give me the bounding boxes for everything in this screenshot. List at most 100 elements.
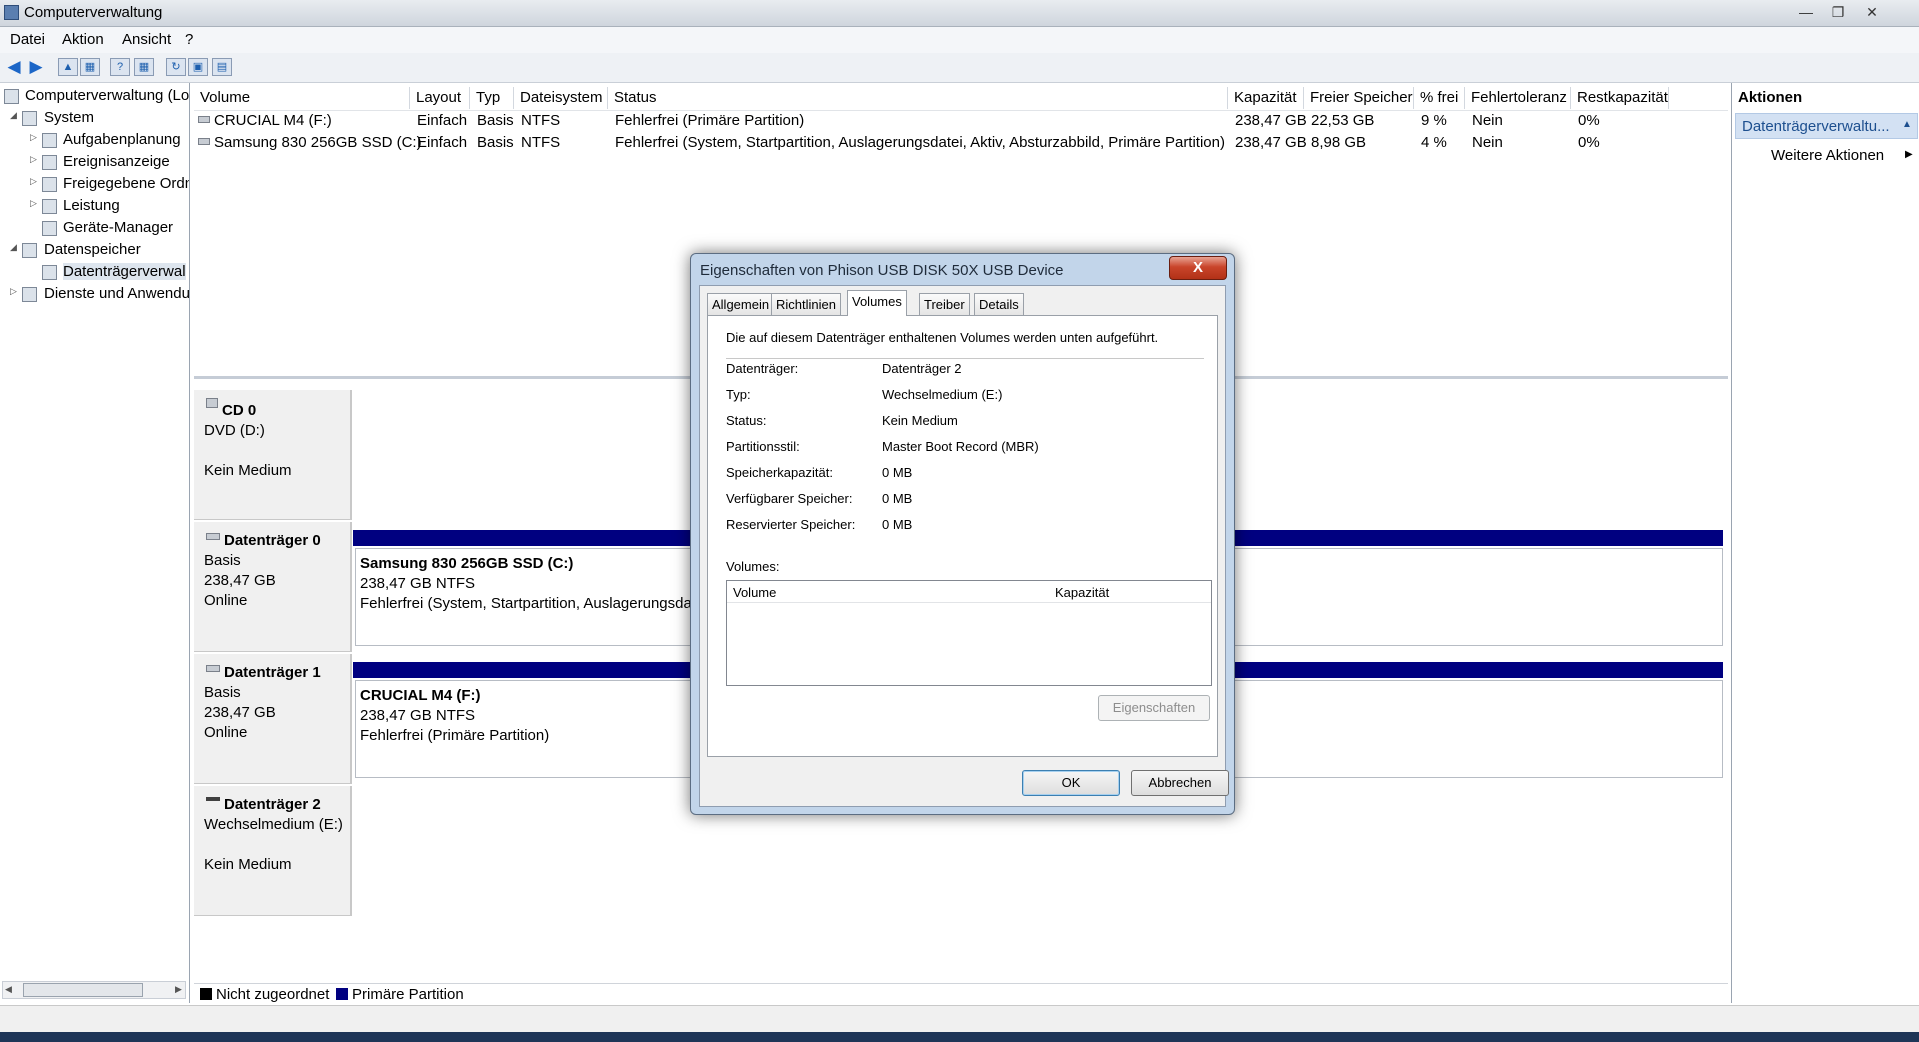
prop-label-available: Verfügbarer Speicher: <box>726 491 853 506</box>
disk-label-disk0[interactable]: Datenträger 0 Basis 238,47 GB Online <box>194 522 352 652</box>
tree-item-services-applications[interactable]: ▷ Dienste und Anwendu <box>0 284 189 306</box>
submenu-arrow-icon: ▶ <box>1905 149 1913 160</box>
expand-triangle-icon[interactable]: ▷ <box>30 198 37 209</box>
disk-label-cd0[interactable]: CD 0 DVD (D:) Kein Medium <box>194 390 352 520</box>
expand-triangle-icon[interactable]: ▷ <box>30 154 37 165</box>
prop-label-disk: Datenträger: <box>726 361 799 376</box>
list-col-capacity[interactable]: Kapazität <box>1055 585 1109 600</box>
col-filesystem[interactable]: Dateisystem <box>514 87 608 109</box>
tree-item-storage[interactable]: ◢ Datenspeicher <box>0 240 189 262</box>
properties-icon[interactable]: ▣ <box>188 58 208 76</box>
tree-item-event-viewer[interactable]: ▷ Ereignisanzeige <box>0 152 189 174</box>
volumes-list-header: Volume Kapazität <box>727 581 1211 603</box>
menu-help[interactable]: ? <box>185 31 193 48</box>
col-layout[interactable]: Layout <box>410 87 470 109</box>
minimize-button[interactable]: — <box>1790 1 1822 23</box>
collapse-up-icon[interactable]: ▲ <box>1902 119 1912 130</box>
maximize-button[interactable]: ❐ <box>1822 1 1854 23</box>
tree-item-performance[interactable]: ▷ Leistung <box>0 196 189 218</box>
tree-horizontal-scrollbar[interactable]: ◀ ▶ <box>2 981 186 999</box>
tree-item-computer-management[interactable]: Computerverwaltung (Lo <box>0 86 189 108</box>
export-list-icon[interactable]: ▤ <box>212 58 232 76</box>
col-type[interactable]: Typ <box>470 87 514 109</box>
cd-drive-icon <box>206 398 218 408</box>
volumes-tab-page: Die auf diesem Datenträger enthaltenen V… <box>707 315 1218 757</box>
navigation-tree: Computerverwaltung (Lo ◢ System ▷ Aufgab… <box>0 83 190 1003</box>
disk-icon <box>206 665 220 672</box>
more-actions-link[interactable]: Weitere Aktionen <box>1771 147 1884 164</box>
volume-list-header: Volume Layout Typ Dateisystem Status Kap… <box>194 83 1728 111</box>
tree-item-system[interactable]: ◢ System <box>0 108 189 130</box>
disk-icon <box>206 533 220 540</box>
dialog-title: Eigenschaften von Phison USB DISK 50X US… <box>700 262 1064 279</box>
expand-triangle-icon[interactable]: ▷ <box>10 286 17 297</box>
actions-section-disk-management[interactable]: Datenträgerverwaltu... ▲ <box>1735 113 1918 139</box>
properties-button[interactable]: Eigenschaften <box>1098 695 1210 721</box>
menu-datei[interactable]: Datei <box>10 31 45 48</box>
prop-value-capacity: 0 MB <box>882 465 913 480</box>
col-fault-tolerance[interactable]: Fehlertoleranz <box>1465 87 1571 109</box>
taskbar <box>0 1032 1919 1042</box>
col-status[interactable]: Status <box>608 87 1228 109</box>
actions-pane: Aktionen Datenträgerverwaltu... ▲ Weiter… <box>1731 83 1919 1003</box>
up-folder-icon[interactable]: ▲ <box>58 58 78 76</box>
services-icon <box>22 287 37 302</box>
drive-icon <box>198 116 210 123</box>
volumes-label: Volumes: <box>726 559 780 574</box>
tree-item-shared-folders[interactable]: ▷ Freigegebene Ordn <box>0 174 189 196</box>
disk-management-icon <box>42 265 57 280</box>
volumes-listbox[interactable]: Volume Kapazität <box>726 580 1212 686</box>
tree-item-device-manager[interactable]: Geräte-Manager <box>0 218 189 240</box>
prop-label-partition-style: Partitionsstil: <box>726 439 800 454</box>
menu-bar: Datei Aktion Ansicht ? <box>0 27 1919 53</box>
prop-value-disk: Datenträger 2 <box>882 361 962 376</box>
scroll-right-arrow-icon[interactable]: ▶ <box>175 984 182 995</box>
prop-label-type: Typ: <box>726 387 751 402</box>
legend-swatch-unallocated <box>200 988 212 1000</box>
ok-button[interactable]: OK <box>1022 770 1120 796</box>
tab-richtlinien[interactable]: Richtlinien <box>771 293 841 315</box>
col-percent-free[interactable]: % frei <box>1414 87 1465 109</box>
scrollbar-thumb[interactable] <box>23 983 143 997</box>
col-volume[interactable]: Volume <box>194 87 410 109</box>
close-button[interactable]: ✕ <box>1856 1 1888 23</box>
dialog-close-button[interactable]: X <box>1169 256 1227 280</box>
collapse-triangle-icon[interactable]: ◢ <box>10 242 17 253</box>
col-capacity[interactable]: Kapazität <box>1228 87 1304 109</box>
clock-icon <box>42 133 57 148</box>
show-hide-action-icon[interactable]: ▦ <box>134 58 154 76</box>
col-overhead[interactable]: Restkapazität <box>1571 87 1669 109</box>
list-col-volume[interactable]: Volume <box>733 585 776 600</box>
tree-item-task-scheduler[interactable]: ▷ Aufgabenplanung <box>0 130 189 152</box>
menu-ansicht[interactable]: Ansicht <box>122 31 171 48</box>
tab-treiber[interactable]: Treiber <box>919 293 970 315</box>
refresh-icon[interactable]: ↻ <box>166 58 186 76</box>
tree-item-disk-management[interactable]: Datenträgerverwal <box>0 262 189 284</box>
table-row[interactable]: CRUCIAL M4 (F:) Einfach Basis NTFS Fehle… <box>194 110 1728 132</box>
intro-text: Die auf diesem Datenträger enthaltenen V… <box>726 330 1159 345</box>
table-row[interactable]: Samsung 830 256GB SSD (C:) Einfach Basis… <box>194 132 1728 154</box>
col-free-space[interactable]: Freier Speicher <box>1304 87 1414 109</box>
forward-arrow-icon[interactable]: ▶ <box>26 58 46 76</box>
help-icon[interactable]: ? <box>110 58 130 76</box>
prop-label-capacity: Speicherkapazität: <box>726 465 833 480</box>
scroll-left-arrow-icon[interactable]: ◀ <box>5 984 12 995</box>
prop-value-partition-style: Master Boot Record (MBR) <box>882 439 1039 454</box>
tab-volumes[interactable]: Volumes <box>847 290 907 316</box>
back-arrow-icon[interactable]: ◀ <box>4 58 24 76</box>
tab-allgemein[interactable]: Allgemein <box>707 293 775 315</box>
prop-label-reserved: Reservierter Speicher: <box>726 517 856 532</box>
expand-triangle-icon[interactable]: ▷ <box>30 132 37 143</box>
tab-details[interactable]: Details <box>974 293 1024 315</box>
disk-label-disk2[interactable]: Datenträger 2 Wechselmedium (E:) Kein Me… <box>194 786 352 916</box>
dialog-body: Allgemein Richtlinien Volumes Treiber De… <box>699 285 1229 807</box>
prop-label-status: Status: <box>726 413 767 428</box>
expand-triangle-icon[interactable]: ▷ <box>30 176 37 187</box>
legend-swatch-primary <box>336 988 348 1000</box>
show-hide-tree-icon[interactable]: ▦ <box>80 58 100 76</box>
collapse-triangle-icon[interactable]: ◢ <box>10 110 17 121</box>
window-title: Computerverwaltung <box>24 4 163 21</box>
cancel-button[interactable]: Abbrechen <box>1131 770 1229 796</box>
menu-aktion[interactable]: Aktion <box>62 31 104 48</box>
disk-label-disk1[interactable]: Datenträger 1 Basis 238,47 GB Online <box>194 654 352 784</box>
